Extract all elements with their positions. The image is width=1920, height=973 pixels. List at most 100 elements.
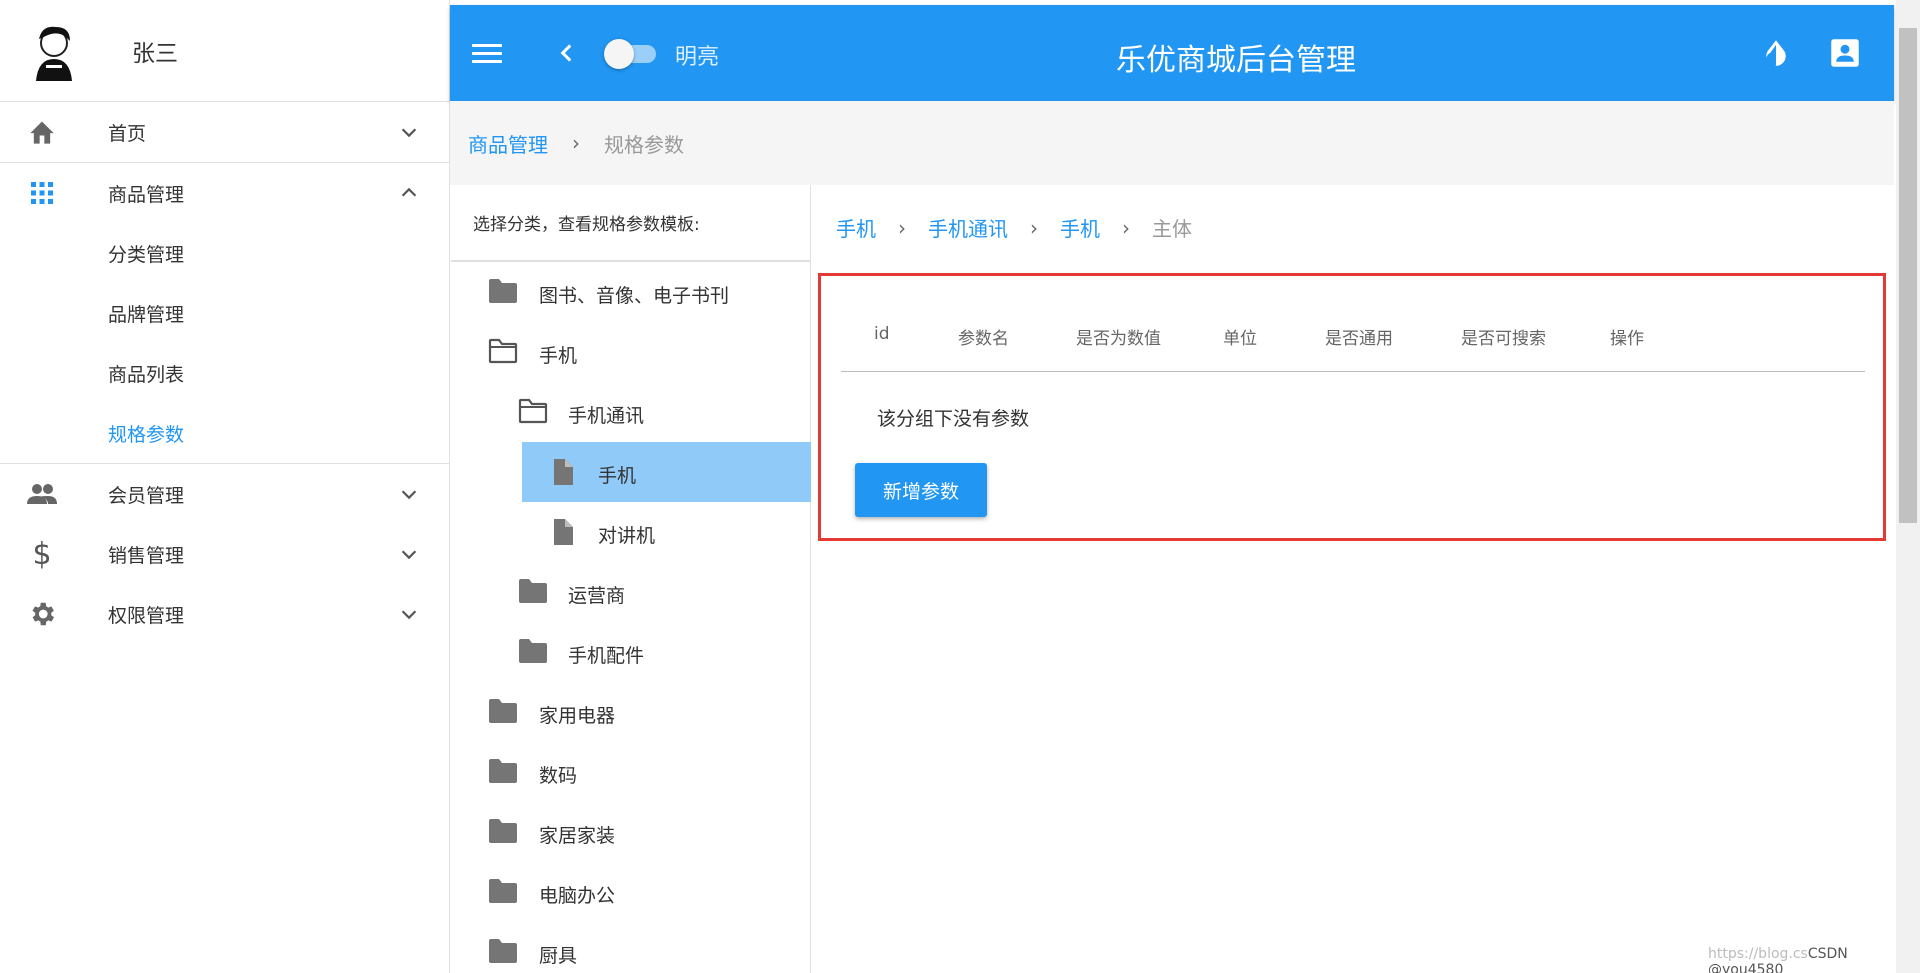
file-icon [548,518,578,546]
gear-icon [26,598,58,630]
column-header[interactable]: 是否通用 [1325,324,1393,349]
params-panel: id 参数名 是否为数值 单位 是否通用 是否可搜索 操作 该分组下没有参数 新增参数 [818,273,1886,541]
tree-node[interactable]: 图书、音像、电子书刊 [451,262,810,322]
add-param-button[interactable]: 新增参数 [855,463,987,517]
path-separator-icon: › [1122,215,1130,240]
path-current: 主体 [1152,217,1192,241]
chevron-down-icon [398,603,420,625]
folder-icon [488,938,518,966]
sidebar-item-members[interactable]: 会员管理 [0,464,449,524]
folder-open-icon [518,398,548,426]
sidebar-item-label: 首页 [108,122,147,145]
dollar-icon: $ [32,536,52,572]
category-tree-panel: 选择分类，查看规格参数模板: 图书、音像、电子书刊 手机 手机通讯 手机 对讲机 运营商手… [451,185,811,973]
category-path-breadcrumb: 手机 › 手机通讯 › 手机 › 主体 [836,213,1192,242]
tree-node-label: 数码 [539,765,578,787]
folder-icon [488,818,518,846]
breadcrumb-parent-link[interactable]: 商品管理 [468,129,548,158]
sidebar-item-label: 销售管理 [108,544,185,567]
folder-icon [488,278,518,306]
column-header[interactable]: id [874,324,890,344]
tree-node[interactable]: 数码 [451,742,810,802]
tree-node[interactable]: 厨具 [451,922,810,973]
user-name: 张三 [132,40,178,67]
top-app-bar: 明亮 乐优商城后台管理 [450,5,1894,101]
tree-node[interactable]: 电脑办公 [451,862,810,922]
breadcrumb-current: 规格参数 [604,132,684,157]
sidebar-item-permissions[interactable]: 权限管理 [0,584,449,644]
tree-node[interactable]: 家居家装 [451,802,810,862]
path-link[interactable]: 手机通讯 [928,213,1008,242]
params-table: id 参数名 是否为数值 单位 是否通用 是否可搜索 操作 [841,294,1865,372]
breadcrumb: 商品管理 › 规格参数 [450,101,1894,185]
path-separator-icon: › [1030,215,1038,240]
chevron-up-icon [398,182,420,204]
tree-node-label: 手机 [598,465,637,487]
category-tree: 图书、音像、电子书刊 手机 手机通讯 手机 对讲机 运营商 手机配件 家用电器 数码 家居家装 电脑… [451,262,811,973]
folder-icon [488,878,518,906]
tree-node-label: 对讲机 [598,525,656,547]
home-icon [26,116,58,148]
chevron-down-icon [398,121,420,143]
chevron-down-icon [398,543,420,565]
column-header[interactable]: 是否可搜索 [1461,324,1546,349]
app-title-text: 乐优商城后台管理 [1116,43,1356,78]
folder-icon [488,758,518,786]
sidebar-subitem-goods-list[interactable]: 商品列表 [0,343,449,403]
nav-group-products: 商品管理 分类管理 品牌管理 商品列表 规格参数 [0,163,449,464]
path-separator-icon: › [898,215,906,240]
avatar[interactable] [28,21,80,81]
tree-node-label: 手机通讯 [568,405,645,427]
sidebar-item-label: 会员管理 [108,484,185,507]
folder-icon [518,578,548,606]
column-header[interactable]: 操作 [1610,324,1644,349]
tree-node[interactable]: 手机配件 [451,622,810,682]
column-header[interactable]: 单位 [1223,324,1257,349]
apps-grid-icon [26,177,58,209]
watermark: https://blog.csCSDN @you4580 [1708,946,1920,973]
sidebar-item-sales[interactable]: $ 销售管理 [0,524,449,584]
sidebar-item-label: 商品管理 [108,183,185,206]
watermark-blog: https://blog.cs [1708,946,1808,962]
app-title: 乐优商城后台管理 [450,35,1894,79]
folder-icon [488,698,518,726]
chevron-down-icon [398,483,420,505]
folder-open-icon [488,338,518,366]
breadcrumb-separator-icon: › [572,131,580,155]
empty-params-message: 该分组下没有参数 [877,408,1030,430]
tree-node-label: 手机 [539,345,578,367]
sidebar-item-products[interactable]: 商品管理 [0,163,449,223]
tree-node[interactable]: 家用电器 [451,682,810,742]
tree-node-label: 家用电器 [539,705,616,727]
path-link[interactable]: 手机 [836,213,876,242]
sidebar-item-home[interactable]: 首页 [0,102,449,162]
folder-icon [518,638,548,666]
sidebar-subitem-brand[interactable]: 品牌管理 [0,283,449,343]
sidebar-subitem-category[interactable]: 分类管理 [0,223,449,283]
path-link[interactable]: 手机 [1060,213,1100,242]
tree-node[interactable]: 运营商 [451,562,810,622]
column-header[interactable]: 是否为数值 [1076,324,1161,349]
user-header: 张三 [0,0,449,102]
scrollbar-thumb[interactable] [1899,28,1917,523]
sidebar-subitem-spec-params[interactable]: 规格参数 [0,403,449,463]
tree-node[interactable]: 对讲机 [451,502,810,562]
file-icon [548,458,578,486]
tree-node[interactable]: 手机通讯 [451,382,810,442]
tree-node-label: 电脑办公 [539,885,616,907]
tree-node[interactable]: 手机 [451,442,811,502]
app-root: 张三 首页 商品管理 分类管理 品牌管理 商品列表 规格参数 会员管理 $ 销售… [0,0,1920,973]
tree-node-label: 手机配件 [568,645,645,667]
tree-node-label: 家居家装 [539,825,616,847]
invert-colors-icon[interactable] [1762,38,1790,70]
column-header[interactable]: 参数名 [958,324,1009,349]
tree-node[interactable]: 手机 [451,322,810,382]
params-table-header: id 参数名 是否为数值 单位 是否通用 是否可搜索 操作 [841,294,1865,372]
page-scrollbar[interactable] [1896,0,1920,973]
tree-node-label: 厨具 [539,945,578,967]
account-box-icon[interactable] [1830,38,1860,68]
tree-node-label: 运营商 [568,585,626,607]
nav-group-home: 首页 [0,102,449,163]
tree-node-label: 图书、音像、电子书刊 [539,285,730,307]
category-tree-heading: 选择分类，查看规格参数模板: [451,185,810,262]
